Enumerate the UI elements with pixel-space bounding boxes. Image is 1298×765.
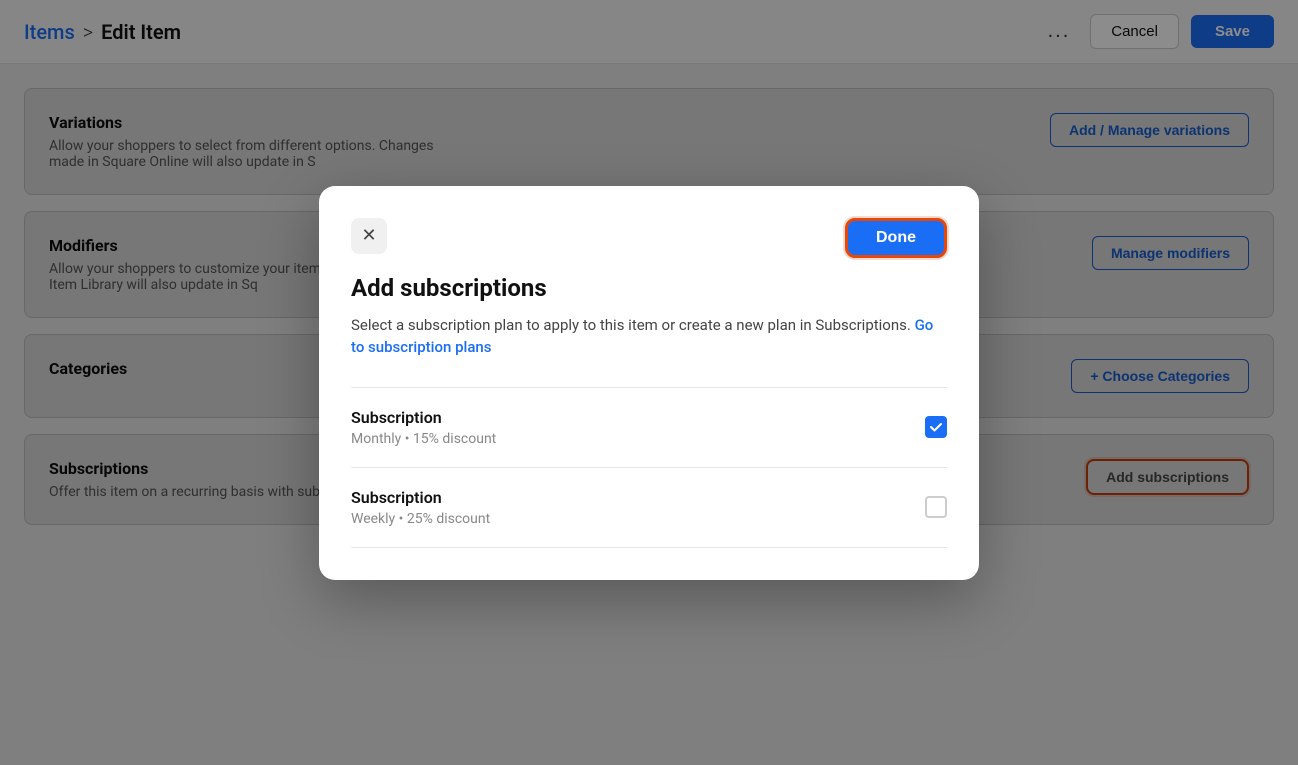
subscription-detail-2: Weekly • 25% discount	[351, 511, 490, 527]
modal-description: Select a subscription plan to apply to t…	[351, 314, 947, 359]
modal-overlay: ✕ Done Add subscriptions Select a subscr…	[0, 0, 1298, 765]
subscription-info-1: Subscription Monthly • 15% discount	[351, 408, 496, 447]
subscription-item-1: Subscription Monthly • 15% discount	[351, 387, 947, 467]
add-subscriptions-modal: ✕ Done Add subscriptions Select a subscr…	[319, 186, 979, 580]
checkmark-icon	[929, 420, 943, 434]
subscription-item-2: Subscription Weekly • 25% discount	[351, 467, 947, 548]
subscription-info-2: Subscription Weekly • 25% discount	[351, 488, 490, 527]
subscription-checkbox-1[interactable]	[925, 416, 947, 438]
subscription-title-2: Subscription	[351, 488, 490, 507]
modal-close-button[interactable]: ✕	[351, 218, 387, 254]
subscription-checkbox-2[interactable]	[925, 496, 947, 518]
modal-title: Add subscriptions	[351, 274, 947, 302]
modal-done-button[interactable]: Done	[845, 218, 947, 258]
modal-description-text: Select a subscription plan to apply to t…	[351, 316, 911, 334]
subscription-title-1: Subscription	[351, 408, 496, 427]
subscription-detail-1: Monthly • 15% discount	[351, 431, 496, 447]
modal-header: ✕ Done	[351, 218, 947, 258]
